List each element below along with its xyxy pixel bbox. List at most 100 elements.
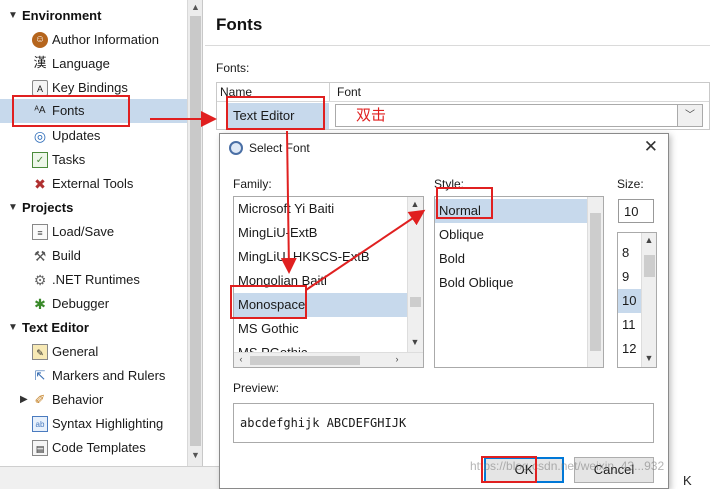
fonts-icon: ᴬA: [34, 105, 46, 116]
updates-icon: ◎: [33, 128, 47, 144]
title-divider: [205, 45, 710, 46]
tree-item-syntax-highlighting[interactable]: ab Syntax Highlighting: [0, 412, 187, 436]
external-tools-icon: ✖: [34, 176, 46, 192]
general-icon: ✎: [32, 344, 48, 360]
tree-item-author-information[interactable]: ☺ Author Information: [0, 28, 187, 52]
scrollbar-thumb[interactable]: [410, 297, 421, 307]
scroll-right-icon[interactable]: ›: [390, 354, 404, 364]
dialog-title: Select Font: [249, 141, 310, 155]
tree-item-general[interactable]: ✎ General: [0, 340, 187, 364]
tree-item-tasks[interactable]: ✓ Tasks: [0, 148, 187, 172]
family-hscrollbar[interactable]: ‹ ›: [234, 352, 423, 367]
list-item[interactable]: Microsoft Yi Baiti: [234, 197, 408, 221]
list-item[interactable]: 11: [618, 313, 642, 337]
list-item-selected[interactable]: Normal: [435, 199, 588, 223]
fonts-table: Name Font Text Editor ﹀: [216, 82, 710, 130]
tree-item-load-save[interactable]: ≡ Load/Save: [0, 220, 187, 244]
tree-scrollbar[interactable]: ▲ ▼: [187, 0, 202, 466]
expand-arrow-icon[interactable]: ▼: [8, 316, 18, 340]
language-icon: 漢: [33, 56, 47, 71]
list-item[interactable]: Bold: [435, 247, 588, 271]
tree-item-behavior[interactable]: ▶ ✐ Behavior: [0, 388, 187, 412]
watermark: https://blog.csdn.net/weixin_43...932: [470, 459, 665, 473]
markers-icon: ⇱: [34, 368, 46, 383]
style-vscrollbar[interactable]: [587, 197, 603, 367]
scroll-left-icon[interactable]: ‹: [234, 354, 248, 364]
annotation-double-click: 双击: [356, 106, 387, 124]
list-item[interactable]: Bold Oblique: [435, 271, 588, 295]
family-list[interactable]: Microsoft Yi Baiti MingLiU-ExtB MingLiU_…: [233, 196, 424, 368]
list-item[interactable]: 12: [618, 337, 642, 361]
scroll-down-icon[interactable]: ▼: [408, 337, 422, 347]
list-item[interactable]: MS Gothic: [234, 317, 408, 341]
list-item[interactable]: MingLiU_HKSCS-ExtB: [234, 245, 408, 269]
family-label: Family:: [233, 177, 272, 191]
list-item[interactable]: 9: [618, 265, 642, 289]
tree-category-projects[interactable]: ▼ Projects: [0, 196, 187, 220]
chevron-down-icon[interactable]: ﹀: [677, 104, 703, 127]
expand-arrow-icon[interactable]: ▼: [8, 196, 18, 220]
app-logo-icon: [229, 141, 243, 155]
tree-item-fonts[interactable]: ᴬA Fonts: [0, 99, 187, 123]
size-vscrollbar[interactable]: ▲ ▼: [641, 233, 656, 367]
list-item[interactable]: MingLiU-ExtB: [234, 221, 408, 245]
collapse-arrow-icon[interactable]: ▶: [20, 388, 28, 412]
size-input[interactable]: 10: [618, 199, 654, 223]
scroll-up-icon[interactable]: ▲: [642, 235, 656, 245]
page-title: Fonts: [216, 15, 263, 34]
tree-item-net-runtimes[interactable]: ⚙ .NET Runtimes: [0, 268, 187, 292]
scrollbar-thumb[interactable]: [190, 16, 201, 446]
list-item[interactable]: Oblique: [435, 223, 588, 247]
scrollbar-thumb[interactable]: [590, 213, 601, 351]
scrollbar-thumb[interactable]: [250, 356, 360, 365]
author-icon: ☺: [32, 32, 48, 48]
tree-item-markers-and-rulers[interactable]: ⇱ Markers and Rulers: [0, 364, 187, 388]
style-list[interactable]: Normal Oblique Bold Bold Oblique: [434, 196, 604, 368]
size-list[interactable]: 8 9 10 11 12 ▲ ▼: [617, 232, 657, 368]
expand-arrow-icon[interactable]: ▼: [8, 4, 18, 28]
dialog-titlebar[interactable]: Select Font ✕: [220, 134, 668, 162]
scrollbar-thumb[interactable]: [644, 255, 655, 277]
options-tree: ▼ Environment ☺ Author Information 漢 Lan…: [0, 0, 203, 466]
preview-box: abcdefghijk ABCDEFGHIJK: [233, 403, 654, 443]
tree-item-external-tools[interactable]: ✖ External Tools: [0, 172, 187, 196]
debugger-icon: ✱: [34, 296, 46, 312]
status-text: K: [683, 473, 692, 488]
tree-category-environment[interactable]: ▼ Environment: [0, 4, 187, 28]
tree-category-text-editor[interactable]: ▼ Text Editor: [0, 316, 187, 340]
scroll-down-icon[interactable]: ▼: [191, 450, 200, 460]
build-icon: ⚒: [33, 248, 47, 264]
code-templates-icon: ▤: [32, 440, 48, 456]
tree-item-key-bindings[interactable]: A Key Bindings: [0, 76, 187, 100]
scroll-up-icon[interactable]: ▲: [408, 199, 422, 209]
close-icon[interactable]: ✕: [644, 137, 658, 157]
font-combo-box[interactable]: [335, 104, 689, 127]
list-item[interactable]: Mongolian Baiti: [234, 269, 408, 293]
scroll-down-icon[interactable]: ▼: [642, 353, 656, 363]
table-row-name-cell[interactable]: Text Editor: [227, 103, 329, 129]
size-label: Size:: [617, 177, 644, 191]
tree-item-language[interactable]: 漢 Language: [0, 52, 187, 76]
column-header-name[interactable]: Name: [220, 85, 252, 99]
behavior-icon: ✐: [34, 392, 46, 407]
tree-item-debugger[interactable]: ✱ Debugger: [0, 292, 187, 316]
preview-label: Preview:: [233, 381, 280, 395]
net-runtimes-icon: ⚙: [33, 272, 47, 288]
style-label: Style:: [434, 177, 465, 191]
tree-item-code-templates[interactable]: ▤ Code Templates: [0, 436, 187, 460]
fonts-label: Fonts:: [216, 61, 250, 75]
select-font-dialog: Select Font ✕ Family: Style: Size: Micro…: [219, 133, 669, 489]
header-divider: [217, 101, 709, 102]
list-item-selected[interactable]: 10: [618, 289, 642, 313]
family-vscrollbar[interactable]: ▲ ▼: [407, 197, 423, 352]
list-item[interactable]: 8: [618, 241, 642, 265]
syntax-highlighting-icon: ab: [32, 416, 48, 432]
scroll-up-icon[interactable]: ▲: [191, 2, 200, 12]
tree-item-build[interactable]: ⚒ Build: [0, 244, 187, 268]
column-divider: [329, 83, 330, 101]
column-header-font[interactable]: Font: [337, 85, 361, 99]
load-save-icon: ≡: [32, 224, 48, 240]
bottom-bar: [0, 466, 219, 489]
list-item-selected[interactable]: Monospace: [234, 293, 408, 317]
tree-item-updates[interactable]: ◎ Updates: [0, 124, 187, 148]
